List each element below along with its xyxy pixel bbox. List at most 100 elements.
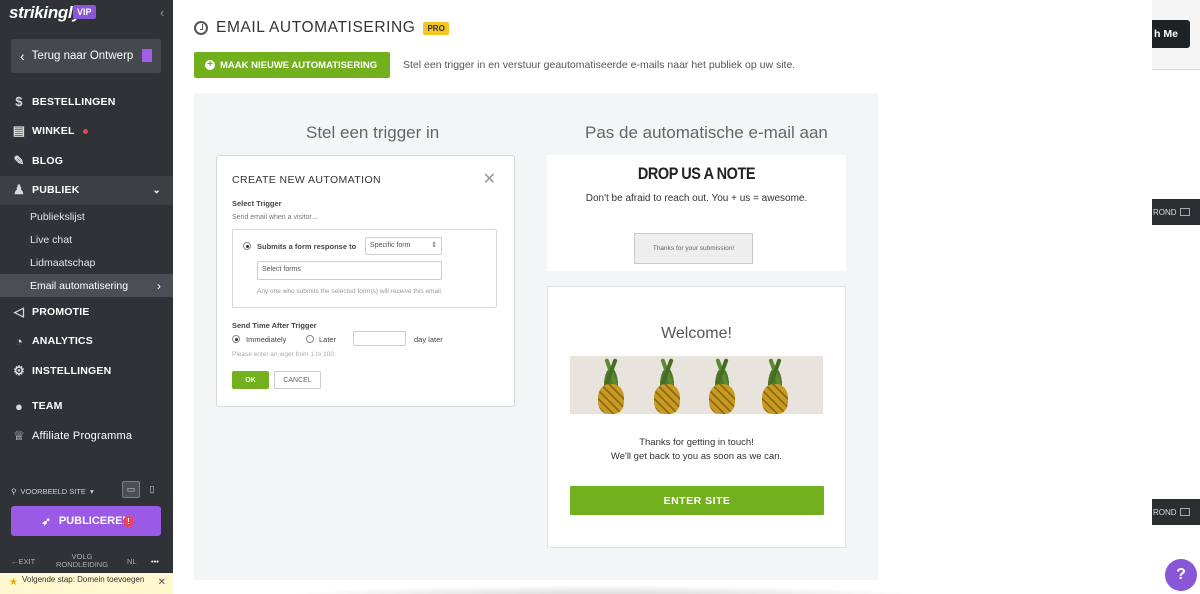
page-header: EMAIL AUTOMATISERING PRO	[194, 19, 449, 37]
sidebar-item-label: Affiliate Programma	[32, 429, 133, 442]
new-automation-label: MAAK NIEUWE AUTOMATISERING	[220, 59, 378, 71]
sidebar-item-label: WINKEL	[32, 125, 75, 138]
new-automation-button[interactable]: + MAAK NIEUWE AUTOMATISERING	[194, 52, 390, 78]
sidebar-item-affiliate[interactable]: ♕ Affiliate Programma	[0, 421, 173, 451]
chevron-left-icon: ‹	[20, 48, 25, 64]
rocket-icon: ➶	[41, 515, 51, 528]
people-icon: ♟	[13, 182, 25, 198]
sidebar-item-promotie[interactable]: ◁ PROMOTIE	[0, 297, 173, 327]
trophy-icon: ♕	[13, 427, 25, 443]
publish-button[interactable]: ➶ PUBLICEREN !	[11, 506, 161, 536]
team-icon: ●	[14, 398, 24, 414]
sidebar-item-instellingen[interactable]: ⚙ INSTELLINGEN	[0, 356, 173, 386]
later-radio[interactable]	[306, 335, 314, 343]
drop-us-note-heading: DROP US A NOTE	[637, 164, 756, 183]
contact-me-button: h Me	[1152, 20, 1190, 48]
preview-site-dropdown[interactable]: VOORBEELD SITE	[21, 487, 86, 496]
warning-icon: !	[123, 515, 134, 527]
form-response-label: Submits a form response to	[257, 242, 357, 251]
form-hint: Any one who submits the selected form(s)…	[257, 288, 443, 295]
reach-out-text: Don't be afraid to reach out. You + us =…	[585, 193, 808, 204]
vip-badge: VIP	[73, 5, 96, 19]
select-forms-input[interactable]: Select forms	[257, 261, 442, 280]
publish-label: PUBLICEREN	[58, 515, 131, 527]
submission-thanks-box: Thanks for your submission!	[634, 233, 753, 264]
logo[interactable]: strikingly	[9, 3, 82, 23]
next-step-banner[interactable]: ★ Volgende stap: Domein toevoegen ✕	[0, 573, 173, 594]
integer-hint: Please enter an ieger from 1 to 100.	[232, 351, 336, 358]
preview-site-bar: ⚲ VOORBEELD SITE ▾ ▭ ▯	[0, 481, 173, 501]
page-description: Stel een trigger in en verstuur geautoma…	[403, 59, 796, 71]
more-icon[interactable]: •••	[151, 557, 159, 566]
sidebar-item-label: BLOG	[32, 154, 64, 167]
star-icon: ★	[9, 577, 18, 588]
sidebar-nav: $ BESTELLINGEN ▤ WINKEL ✎ BLOG ♟ PUBLIEK…	[0, 87, 173, 451]
sidebar-subitem-live-chat[interactable]: Live chat	[0, 228, 173, 251]
desktop-view-icon[interactable]: ▭	[122, 481, 140, 498]
thanks-line-2: We'll get back to you as soon as we can.	[610, 451, 783, 462]
cancel-button[interactable]: CANCEL	[274, 371, 321, 389]
sidebar-item-label: BESTELLINGEN	[32, 95, 116, 108]
notification-dot	[82, 128, 88, 134]
select-trigger-label: Select Trigger	[232, 199, 282, 208]
form-type-value: Specific form	[370, 242, 411, 249]
sidebar-subitem-publiekslijst[interactable]: Publiekslijst	[0, 205, 173, 228]
pen-icon: ✎	[13, 152, 25, 168]
form-response-radio[interactable]	[243, 242, 251, 250]
site-backdrop: h Me ROND ROND	[1152, 0, 1200, 594]
days-input[interactable]	[353, 331, 406, 346]
language-switch[interactable]: NL	[127, 557, 137, 566]
send-when-text: Send email when a visitor...	[232, 214, 318, 221]
background-text: ROND	[1153, 507, 1177, 517]
enter-site-button: ENTER SITE	[570, 486, 824, 515]
background-label-1: ROND	[1152, 199, 1200, 225]
ok-button[interactable]: OK	[232, 371, 269, 389]
form-type-select[interactable]: Specific form ⇕	[365, 237, 442, 255]
updown-icon: ⇕	[431, 242, 437, 249]
dollar-circle-icon: $	[15, 94, 23, 110]
sidebar-item-blog[interactable]: ✎ BLOG	[0, 146, 173, 176]
collapse-sidebar-icon[interactable]: ‹	[160, 5, 164, 20]
sidebar-item-winkel[interactable]: ▤ WINKEL	[0, 117, 173, 147]
sidebar-item-bestellingen[interactable]: $ BESTELLINGEN	[0, 87, 173, 117]
shop-icon: ▤	[12, 123, 26, 139]
immediately-radio[interactable]	[232, 335, 240, 343]
sidebar-item-team[interactable]: ● TEAM	[0, 392, 173, 422]
search-icon: ⚲	[11, 486, 17, 496]
sidebar-subitem-email-automatisering[interactable]: Email automatisering ›	[0, 274, 173, 297]
help-button[interactable]: ?	[1165, 559, 1197, 591]
background-text: ROND	[1153, 207, 1177, 217]
back-button-label: Terug naar Ontwerp	[31, 50, 134, 62]
sidebar-subitem-lidmaatschap[interactable]: Lidmaatschap	[0, 251, 173, 274]
chevron-right-icon: ›	[157, 278, 161, 293]
pro-badge: PRO	[423, 21, 449, 35]
modal-title: CREATE NEW AUTOMATION	[232, 174, 381, 186]
page-title: EMAIL AUTOMATISERING	[216, 19, 416, 36]
sidebar: strikingly VIP ‹ ‹ Terug naar Ontwerp $ …	[0, 0, 173, 594]
later-label: Later	[319, 335, 337, 344]
sidebar-item-publiek[interactable]: ♟ PUBLIEK ⌄	[0, 175, 173, 205]
send-time-label: Send Time After Trigger	[232, 321, 317, 330]
clock-icon	[194, 21, 208, 35]
sidebar-item-label: TEAM	[32, 400, 63, 413]
back-to-design-button[interactable]: ‹ Terug naar Ontwerp	[11, 39, 161, 73]
welcome-heading: Welcome!	[661, 325, 732, 342]
mobile-view-icon[interactable]: ▯	[143, 481, 161, 498]
sidebar-footer: ← EXIT VOLG RONDLEIDING NL •••	[0, 551, 173, 571]
close-icon[interactable]: ✕	[483, 169, 496, 189]
exit-link[interactable]: ← EXIT	[11, 557, 35, 566]
megaphone-icon: ◁	[13, 303, 25, 319]
chevron-down-icon: ⌄	[152, 184, 161, 196]
email-preview-card: Welcome! Thanks for getting in touch! We…	[547, 286, 846, 548]
tour-link[interactable]: VOLG RONDLEIDING	[52, 553, 112, 569]
left-heading: Stel een trigger in	[306, 123, 440, 142]
gear-icon: ⚙	[13, 362, 25, 378]
sidebar-item-analytics[interactable]: ◔ ANALYTICS	[0, 327, 173, 357]
plus-circle-icon: +	[205, 60, 215, 70]
pie-chart-icon: ◔	[14, 333, 24, 349]
image-icon	[1179, 208, 1190, 216]
close-icon[interactable]: ✕	[158, 578, 166, 588]
sidebar-subitem-label: Email automatisering	[30, 279, 129, 292]
sidebar-item-label: PROMOTIE	[32, 305, 90, 318]
sidebar-item-label: ANALYTICS	[32, 335, 93, 348]
